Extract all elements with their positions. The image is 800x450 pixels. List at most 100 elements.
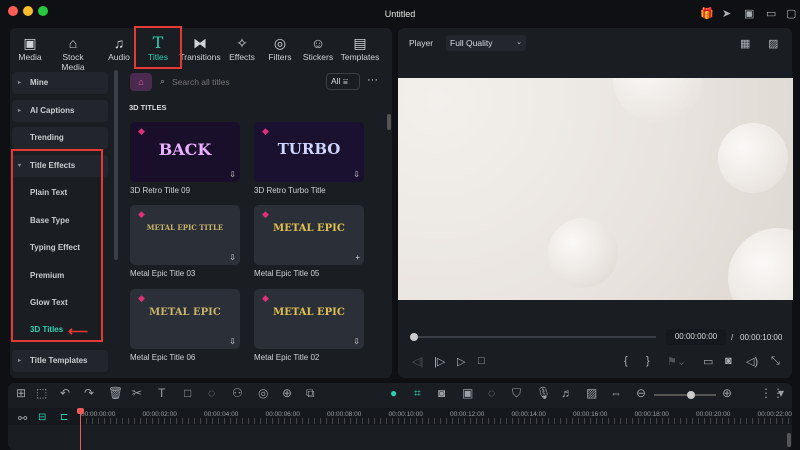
unlink-icon[interactable]: ⚯ <box>18 412 27 425</box>
title-preview-art: METAL EPIC TITLE <box>146 223 224 232</box>
sidebar-item-title-templates[interactable]: ▸ Title Templates <box>12 350 108 372</box>
search-input[interactable] <box>172 73 312 91</box>
tab-label: Effects <box>229 52 255 62</box>
premium-gem-icon: ◆ <box>138 126 145 136</box>
chevron-down-icon[interactable]: ▾ <box>778 386 784 400</box>
tab-media[interactable]: ▣ Media <box>8 34 52 62</box>
title-card[interactable]: ◆ TURBO ⇩ <box>254 122 364 182</box>
mark-in-button[interactable]: { <box>624 355 628 367</box>
player-label: Player <box>409 38 434 48</box>
title-card[interactable]: ◆ METAL EPIC ⇩ <box>130 289 240 349</box>
split-icon[interactable]: ⇔ <box>610 386 622 400</box>
total-time: 00:00:10:00 <box>740 333 783 342</box>
tab-templates[interactable]: ▤ Templates <box>338 34 382 62</box>
play-icon[interactable]: ▷ <box>457 355 465 368</box>
tab-stock-media[interactable]: ⌂ Stock Media <box>51 34 95 72</box>
track-icon[interactable]: ⊏ <box>60 412 68 423</box>
previous-frame-icon[interactable]: ◁| <box>412 355 423 368</box>
playback-scrubber[interactable] <box>414 336 656 338</box>
more-options-icon[interactable]: ··· <box>367 74 378 86</box>
playhead[interactable] <box>80 408 81 450</box>
download-icon[interactable]: ⇩ <box>229 170 236 179</box>
title-card[interactable]: ◆ METAL EPIC + <box>254 205 364 265</box>
filter-dropdown[interactable]: All ⩸ <box>326 73 360 90</box>
ruler-label: 00:00:00:00 <box>81 411 116 418</box>
next-frame-icon[interactable]: |▷ <box>434 355 445 368</box>
sidebar-item-ai-captions[interactable]: ▸ AI Captions <box>12 100 108 122</box>
title-card[interactable]: ◆ METAL EPIC TITLE ⇩ <box>130 205 240 265</box>
ruler-label: 00:00:10:00 <box>388 411 423 418</box>
arrow-left-icon: ⟵ <box>68 323 89 339</box>
zoom-in-icon[interactable]: ⊕ <box>722 386 732 400</box>
replace-icon[interactable]: ▨ <box>586 386 597 400</box>
quality-dropdown[interactable]: Full Quality ⌄ <box>446 35 526 51</box>
sidebar-item-mine[interactable]: ▸ Mine <box>12 72 108 94</box>
volume-icon[interactable]: ◁) <box>746 355 758 368</box>
layout-icon[interactable]: ▢ <box>786 7 796 20</box>
favorites-button[interactable]: ⌂ <box>130 73 152 91</box>
sidebar-item-trending[interactable]: Trending <box>12 127 108 149</box>
display-icon[interactable]: ▭ <box>703 355 713 368</box>
download-icon[interactable]: ⇩ <box>353 170 360 179</box>
delete-icon[interactable]: 🗑 <box>108 386 123 400</box>
shield-icon[interactable]: ⛉ <box>512 386 521 401</box>
save-icon[interactable]: ▣ <box>744 7 754 20</box>
timeline-zoom-slider[interactable] <box>654 394 716 396</box>
chevron-icon: ▸ <box>18 358 22 364</box>
ai-mate-icon[interactable]: ● <box>390 386 397 400</box>
title-preview-art: TURBO <box>277 140 341 158</box>
video-icon[interactable]: ▣ <box>462 386 473 400</box>
marker-icon[interactable]: ⚑⌄ <box>667 355 686 368</box>
section-heading: 3D TITLES <box>129 103 167 112</box>
undo-icon[interactable]: ↶ <box>60 386 70 400</box>
redo-icon[interactable]: ↷ <box>84 386 94 400</box>
crop-icon[interactable]: □ <box>184 386 191 400</box>
speed-icon[interactable]: ◌ <box>208 386 215 400</box>
tab-label: Stock Media <box>61 52 85 72</box>
snap-icon[interactable]: ⌗ <box>414 386 421 401</box>
playhead-handle[interactable] <box>77 408 84 414</box>
motion-icon[interactable]: ◙ <box>438 386 445 400</box>
title-card[interactable]: ◆ BACK ⇩ <box>130 122 240 182</box>
sticker-icon[interactable]: ⊕ <box>282 386 292 400</box>
templates-icon: ▤ <box>353 35 367 51</box>
download-icon[interactable]: ⇩ <box>229 253 236 262</box>
scrubber-handle[interactable] <box>410 333 418 341</box>
snapshot-icon[interactable]: ◙ <box>725 355 732 367</box>
mark-out-button[interactable]: } <box>646 355 650 367</box>
color-icon[interactable]: ⚇ <box>232 386 243 400</box>
ruler-label: 00:00:04:00 <box>204 411 239 418</box>
text-icon[interactable]: T <box>158 386 165 400</box>
gift-icon[interactable]: 🎁 <box>700 7 714 20</box>
sidebar-item-label: Title Templates <box>30 356 88 365</box>
render-icon[interactable]: ◌ <box>488 386 495 400</box>
select-icon[interactable]: ⬚ <box>36 386 47 400</box>
tab-transitions[interactable]: ⧓ Transitions <box>178 34 222 62</box>
add-icon[interactable]: + <box>355 253 360 262</box>
ai-icon[interactable]: ◎ <box>258 386 268 400</box>
tab-stickers[interactable]: ☺ Stickers <box>296 34 340 62</box>
send-icon[interactable]: ➤ <box>722 7 731 20</box>
sidebar-scrollbar[interactable] <box>114 70 118 260</box>
mic-icon[interactable]: 🎙 <box>536 386 551 400</box>
premium-gem-icon: ◆ <box>262 293 269 303</box>
stock-media-icon: ⌂ <box>68 35 78 51</box>
cut-icon[interactable]: ✂ <box>132 386 142 400</box>
grid-view-icon[interactable]: ▦ <box>740 37 750 50</box>
fullscreen-icon[interactable]: ⤡ <box>771 355 780 368</box>
layout-icon[interactable]: ⊞ <box>16 386 26 400</box>
title-card[interactable]: ◆ METAL EPIC ⇩ <box>254 289 364 349</box>
download-icon[interactable]: ⇩ <box>229 337 236 346</box>
chevron-icon: ▸ <box>18 80 22 86</box>
ruler-label: 00:00:14:00 <box>511 411 546 418</box>
translate-icon[interactable]: ⧉ <box>306 386 315 401</box>
image-icon[interactable]: ▨ <box>768 37 778 50</box>
stop-icon[interactable]: □ <box>478 355 485 367</box>
link-icon[interactable]: ⊟ <box>38 412 46 423</box>
grid-scrollbar[interactable] <box>387 114 391 130</box>
export-icon[interactable]: ▭ <box>766 7 776 20</box>
music-icon[interactable]: ♬ <box>561 386 573 400</box>
zoom-out-icon[interactable]: ⊖ <box>636 386 646 400</box>
download-icon[interactable]: ⇩ <box>353 337 360 346</box>
timeline-scrollbar[interactable] <box>787 433 791 447</box>
